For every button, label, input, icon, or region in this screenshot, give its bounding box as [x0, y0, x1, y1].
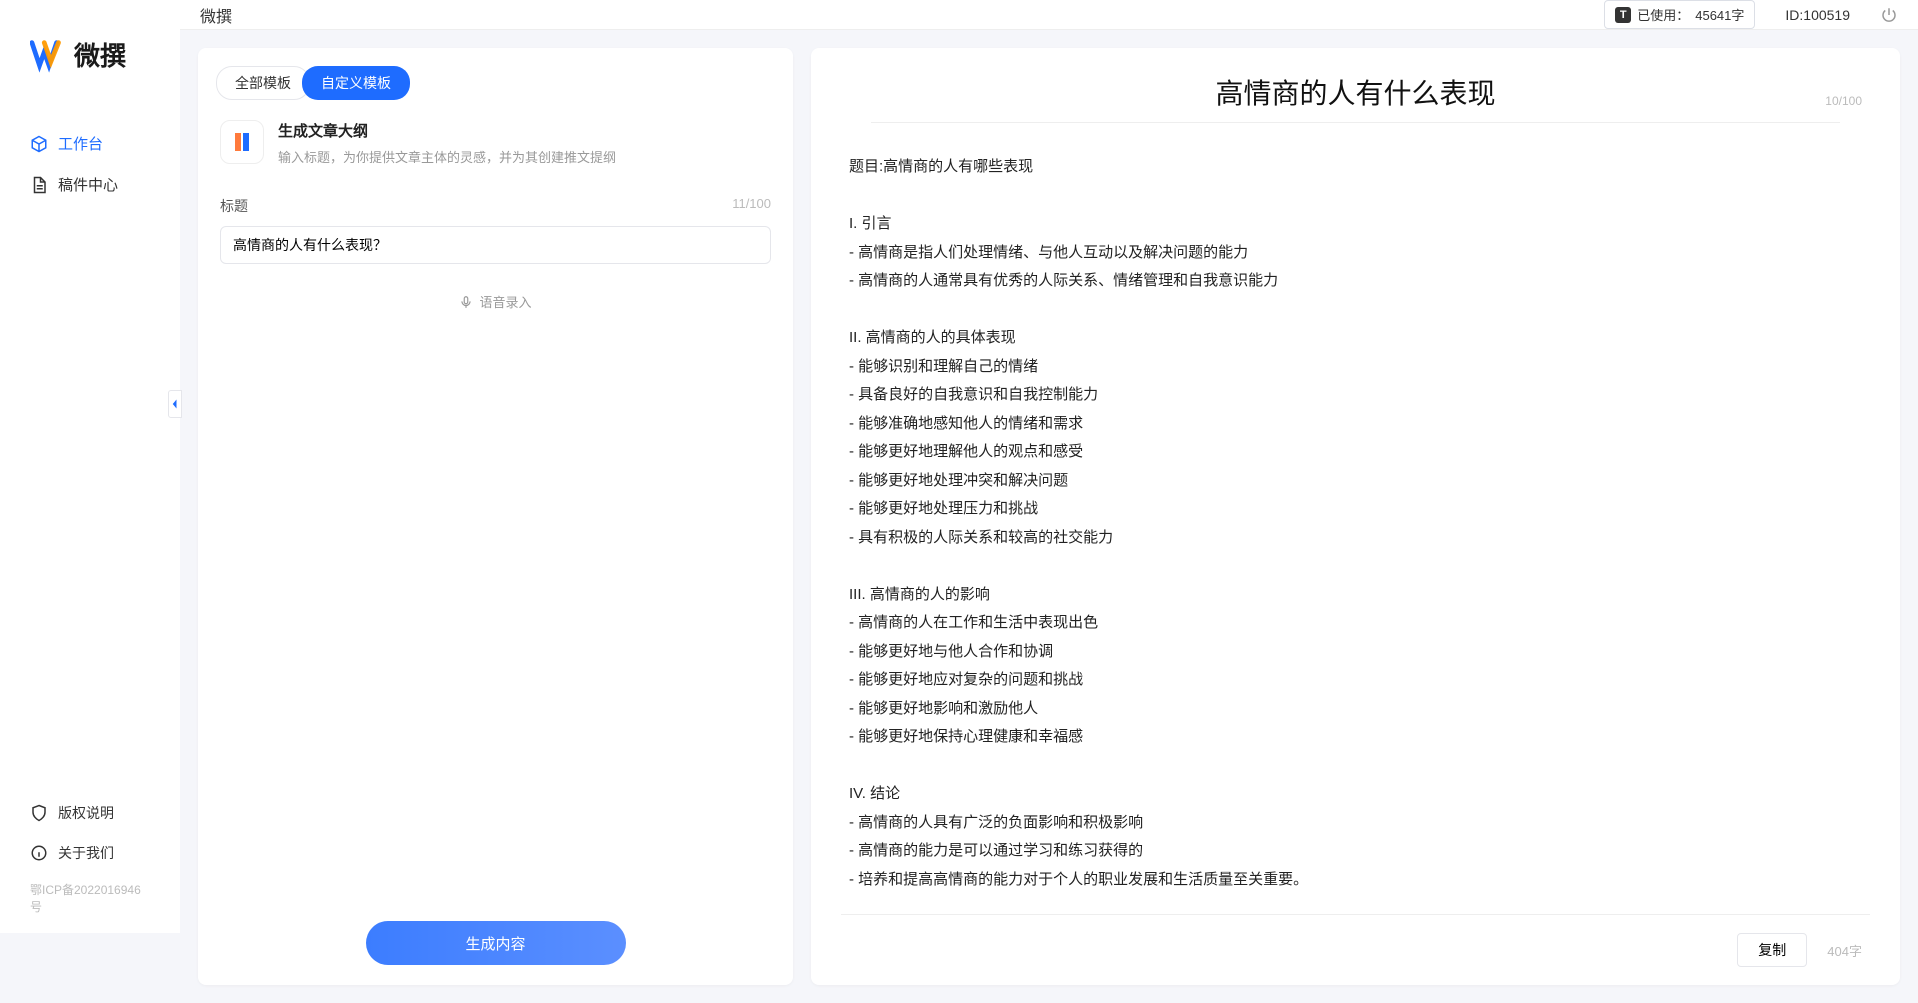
template-desc: 输入标题，为你提供文章主体的灵感，并为其创建推文提纲: [278, 147, 616, 166]
outline-icon: [220, 120, 264, 164]
tab-custom-template[interactable]: 自定义模板: [302, 66, 410, 100]
template-tabs: 全部模板 自定义模板: [198, 48, 793, 110]
output-title-count: 10/100: [1825, 94, 1862, 108]
nav-item-drafts[interactable]: 稿件中心: [0, 164, 180, 205]
tab-all-templates[interactable]: 全部模板: [216, 66, 310, 100]
nav-item-workspace[interactable]: 工作台: [0, 123, 180, 164]
template-title: 生成文章大纲: [278, 120, 616, 141]
voice-input-button[interactable]: 语音录入: [198, 274, 793, 329]
copy-button[interactable]: 复制: [1737, 933, 1807, 967]
usage-value: 45641字: [1695, 5, 1744, 24]
divider: [871, 122, 1840, 123]
usage-badge[interactable]: T 已使用： 45641字: [1604, 0, 1755, 29]
nav-item-copyright[interactable]: 版权说明: [0, 793, 180, 833]
breadcrumb: 微撰: [200, 3, 232, 27]
template-card: 生成文章大纲 输入标题，为你提供文章主体的灵感，并为其创建推文提纲: [198, 110, 793, 186]
voice-label: 语音录入: [479, 292, 531, 311]
input-panel: 全部模板 自定义模板 生成文章大纲 输入标题，为你提供文章主体的灵感，并为其创建…: [198, 48, 793, 985]
output-panel: 高情商的人有什么表现 10/100 题目:高情商的人有哪些表现 I. 引言 - …: [811, 48, 1900, 985]
info-icon: [30, 844, 48, 862]
content: 全部模板 自定义模板 生成文章大纲 输入标题，为你提供文章主体的灵感，并为其创建…: [180, 30, 1918, 1003]
shield-icon: [30, 804, 48, 822]
output-word-count: 404字: [1827, 941, 1862, 960]
nav-item-about[interactable]: 关于我们: [0, 833, 180, 873]
logo-text: 微撰: [74, 36, 126, 73]
nav-label: 工作台: [58, 133, 103, 154]
usage-prefix: 已使用：: [1637, 5, 1689, 24]
topbar: 微撰 T 已使用： 45641字 ID:100519: [180, 0, 1918, 30]
power-icon[interactable]: [1880, 6, 1898, 24]
sidebar-nav: 工作台 稿件中心: [0, 103, 180, 793]
logo-icon: [30, 35, 68, 73]
icp-text: 鄂ICP备2022016946号: [0, 873, 180, 923]
title-field-section: 标题 11/100: [198, 186, 793, 274]
text-count-icon: T: [1615, 7, 1631, 23]
microphone-icon: [459, 295, 473, 309]
cube-icon: [30, 135, 48, 153]
document-icon: [30, 176, 48, 194]
nav-label: 稿件中心: [58, 174, 118, 195]
output-header: 高情商的人有什么表现 10/100: [811, 48, 1900, 133]
generate-button[interactable]: 生成内容: [366, 921, 626, 965]
collapse-sidebar-button[interactable]: [168, 390, 182, 418]
title-char-count: 11/100: [732, 196, 771, 216]
logo[interactable]: 微撰: [0, 0, 180, 103]
sidebar-bottom: 版权说明 关于我们 鄂ICP备2022016946号: [0, 793, 180, 933]
user-id: ID:100519: [1785, 7, 1850, 23]
chevron-left-icon: [171, 398, 179, 410]
title-input[interactable]: [220, 226, 771, 264]
main: 微撰 T 已使用： 45641字 ID:100519 全部模板 自定义模板: [180, 0, 1918, 933]
nav-label: 关于我们: [58, 843, 114, 863]
sidebar: 微撰 工作台 稿件中心 版权说明 关于我们 鄂ICP备2022016946号: [0, 0, 180, 933]
output-title: 高情商的人有什么表现: [841, 72, 1870, 112]
output-body[interactable]: 题目:高情商的人有哪些表现 I. 引言 - 高情商是指人们处理情绪、与他人互动以…: [811, 133, 1900, 914]
title-label: 标题: [220, 196, 248, 216]
nav-label: 版权说明: [58, 803, 114, 823]
output-footer: 复制 404字: [841, 914, 1870, 985]
